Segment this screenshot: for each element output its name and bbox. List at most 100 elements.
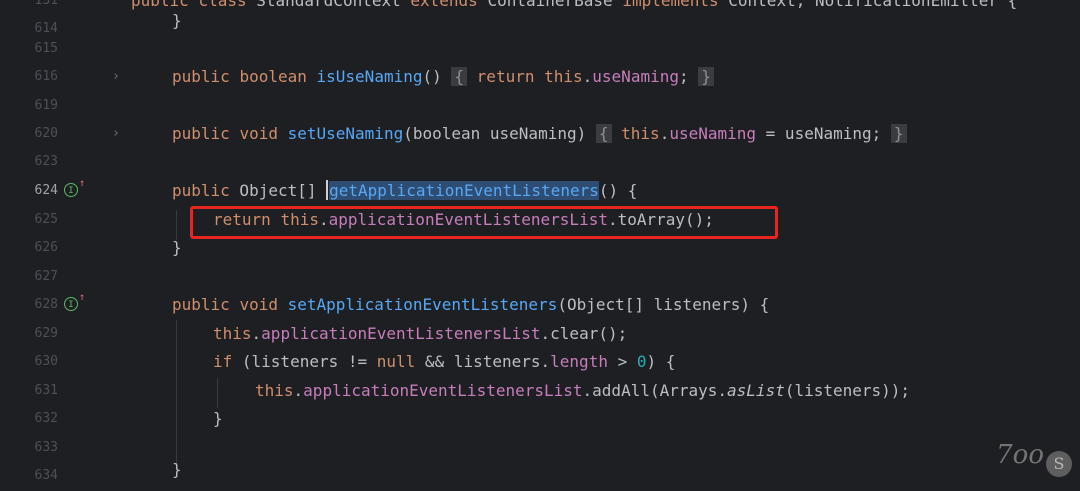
line-number: 615 (34, 41, 58, 56)
code-line-619[interactable]: 619 (0, 92, 1080, 121)
line-number: 616 (34, 69, 58, 84)
field-name: applicationEventListenersList (261, 324, 541, 343)
field-name: useNaming (669, 124, 757, 143)
token: Object[] (229, 181, 327, 200)
token: (listeners != (232, 352, 377, 371)
keyword: this (213, 324, 252, 343)
code-editor[interactable]: 131 public class StandardContext extends… (0, 0, 1080, 483)
code-line-629[interactable]: 629 this.applicationEventListenersList.c… (0, 320, 1080, 349)
token: .addAll(Arrays. (582, 381, 728, 400)
line-number: 626 (34, 240, 58, 255)
line-number: 627 (34, 269, 58, 284)
code-line-615[interactable]: 615 (0, 35, 1080, 64)
implements-override-icon[interactable]: I (64, 183, 78, 197)
keyword: boolean (239, 67, 307, 86)
token: && listeners. (415, 352, 551, 371)
field-name: useNaming (592, 67, 679, 86)
keyword: class (198, 0, 247, 10)
fold-arrow-icon[interactable]: › (112, 63, 120, 92)
watermark-badge-icon: S (1046, 451, 1072, 477)
arrow-up-icon: ↑ (79, 292, 86, 303)
number-literal: 0 (636, 352, 647, 371)
token: ) { (646, 352, 676, 371)
line-code: public class StandardContext extends Con… (131, 0, 1017, 16)
method-name: asList (727, 381, 785, 400)
token: () (422, 67, 442, 86)
line-code: if (listeners != null && listeners.lengt… (213, 348, 675, 377)
keyword: void (239, 295, 278, 314)
line-number: 631 (34, 383, 58, 398)
keyword: public (172, 181, 230, 200)
token: (Object[] listeners) { (557, 295, 770, 314)
line-code: this.applicationEventListenersList.addAl… (255, 381, 911, 400)
line-number: 632 (34, 411, 58, 426)
code-line-634[interactable]: 634 } (0, 460, 1080, 491)
fold-arrow-icon[interactable]: › (112, 120, 120, 149)
token: = useNaming; (756, 124, 882, 143)
line-number: 624 (34, 183, 58, 198)
keyword: public (172, 295, 230, 314)
field-name: length (550, 352, 608, 371)
token: .clear(); (540, 324, 628, 343)
line-code: } (172, 238, 182, 257)
token: StandardContext (246, 0, 411, 10)
method-name: setUseNaming (287, 124, 404, 143)
line-number: 634 (34, 468, 58, 483)
keyword: public (172, 67, 230, 86)
watermark-logo: 7oo S (996, 440, 1072, 477)
line-number: 629 (34, 326, 58, 341)
keyword: null (376, 352, 416, 371)
line-number: 619 (34, 98, 58, 113)
keyword: this (621, 124, 660, 143)
field-name: applicationEventListenersList (303, 381, 583, 400)
token: (boolean useNaming) (403, 124, 587, 143)
folded-brace: { (451, 67, 468, 86)
token: Context, NotificationEmitter { (718, 0, 1018, 10)
code-line-616[interactable]: 616 › public boolean isUseNaming() { ret… (0, 63, 1080, 92)
line-code: this.applicationEventListenersList.clear… (213, 324, 628, 343)
line-number: 633 (34, 440, 58, 455)
text-caret (326, 180, 329, 200)
folded-brace: { (595, 124, 612, 143)
line-code: } (213, 409, 223, 428)
keyword: this (544, 67, 583, 86)
method-name: getApplicationEventListeners (329, 181, 599, 200)
token: ContainerBase (477, 0, 623, 10)
line-number: 630 (34, 354, 58, 369)
code-line-628[interactable]: 628 I ↑ public void setApplicationEventL… (0, 291, 1080, 320)
token: (listeners)); (784, 381, 911, 400)
token: > (607, 352, 637, 371)
keyword: return (476, 67, 535, 86)
code-line-633[interactable]: 633 (0, 434, 1080, 463)
implements-override-icon[interactable]: I (64, 297, 78, 311)
line-code: } (172, 11, 182, 30)
arrow-up-icon: ↑ (79, 178, 86, 189)
token: ; (678, 67, 689, 86)
line-number: 620 (34, 126, 58, 141)
code-line-624[interactable]: 624 I ↑ public Object[] getApplicationEv… (0, 177, 1080, 206)
code-line-630[interactable]: 630 if (listeners != null && listeners.l… (0, 348, 1080, 377)
line-code: public boolean isUseNaming() { return th… (172, 63, 714, 92)
keyword: extends (410, 0, 478, 10)
code-line-632[interactable]: 632 } (0, 405, 1080, 434)
folded-brace: } (890, 124, 907, 143)
code-line-623[interactable]: 623 (0, 148, 1080, 177)
keyword: public (172, 124, 230, 143)
keyword: if (213, 352, 233, 371)
code-line-626[interactable]: 626 } (0, 234, 1080, 263)
line-number: 131 (34, 0, 58, 8)
code-line-631[interactable]: 631 this.applicationEventListenersList.a… (0, 377, 1080, 406)
code-line-627[interactable]: 627 (0, 263, 1080, 292)
watermark-text: 7oo (996, 440, 1044, 470)
method-name: setApplicationEventListeners (287, 295, 558, 314)
method-name: isUseNaming (316, 67, 423, 86)
line-code: public Object[] getApplicationEventListe… (172, 177, 637, 206)
line-code: public void setApplicationEventListeners… (172, 291, 769, 320)
line-code: } (172, 460, 182, 479)
code-line-131[interactable]: 131 public class StandardContext extends… (0, 0, 1080, 16)
line-code: public void setUseNaming(boolean useNami… (172, 120, 907, 149)
keyword: implements (622, 0, 719, 10)
code-line-620[interactable]: 620 › public void setUseNaming(boolean u… (0, 120, 1080, 149)
line-number: 623 (34, 154, 58, 169)
line-number: 625 (34, 212, 58, 227)
